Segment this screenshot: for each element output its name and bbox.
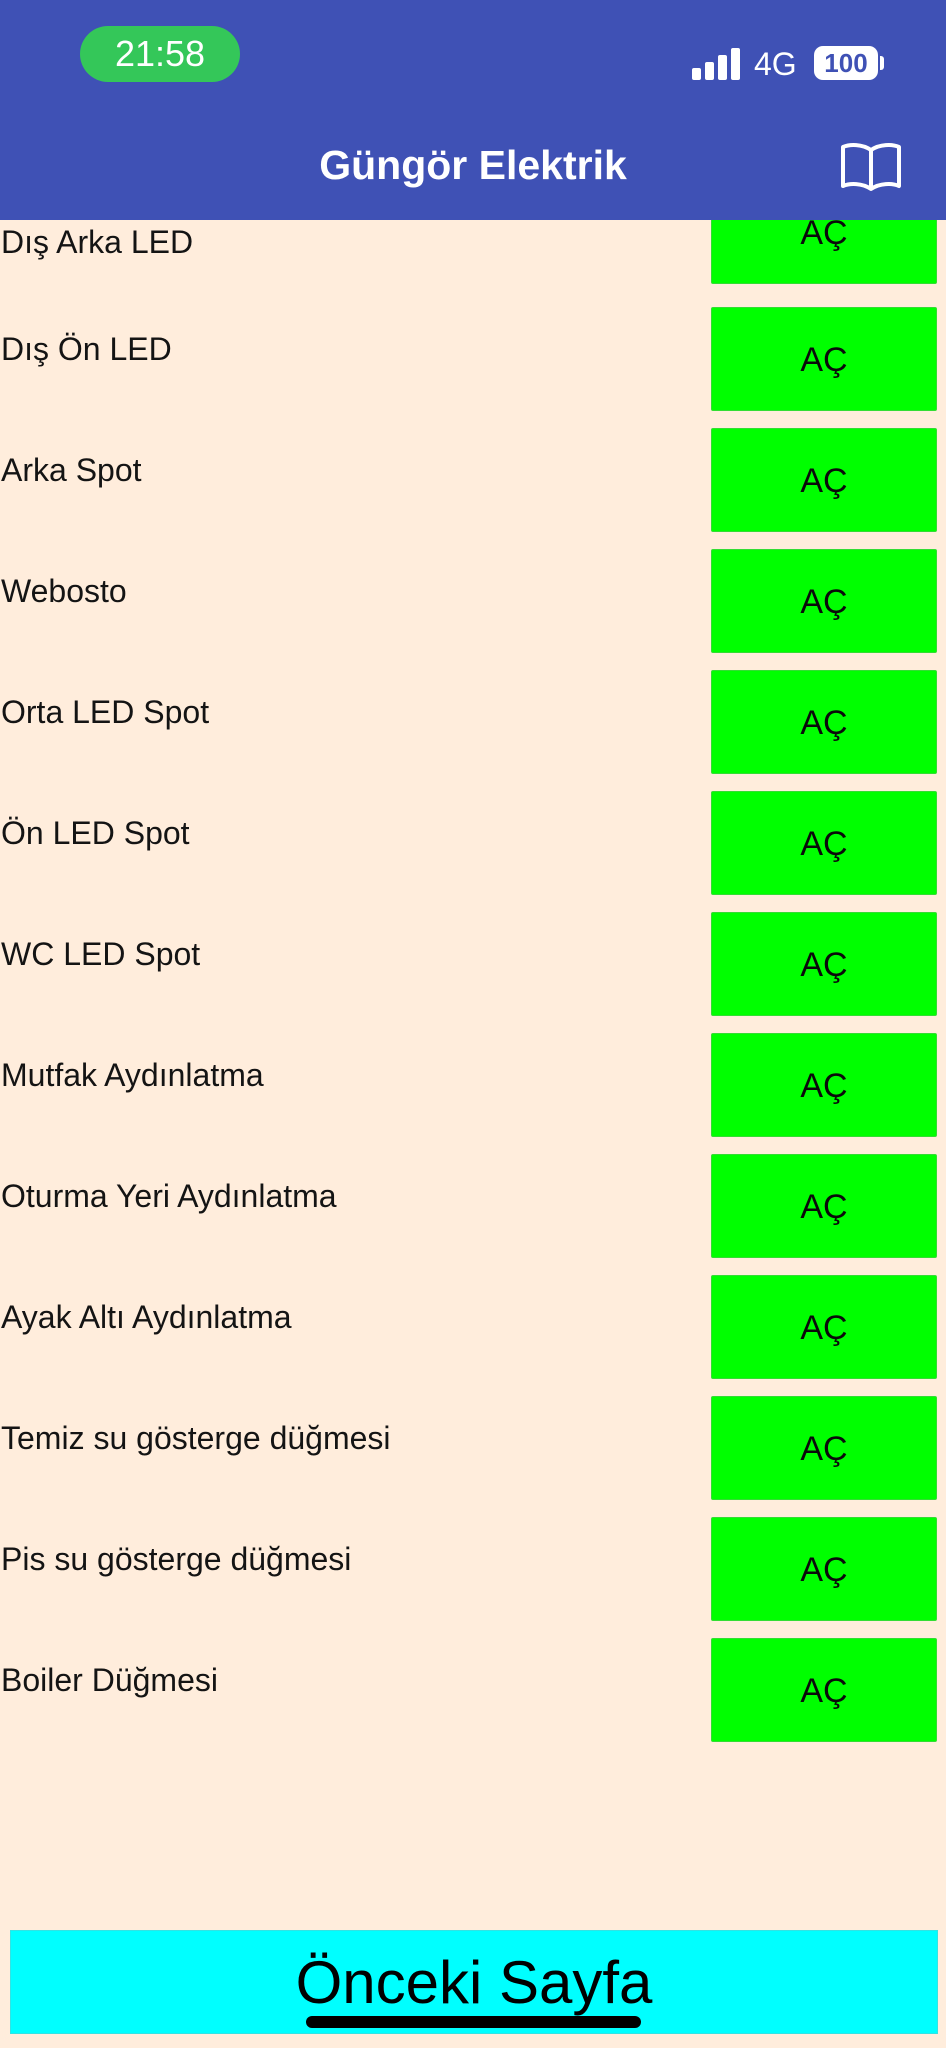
switch-label: Boiler Düğmesi [1,1662,218,1698]
switch-row: Orta LED Spot AÇ [0,670,946,774]
switch-row: Webosto AÇ [0,549,946,653]
switch-label: Ayak Altı Aydınlatma [1,1299,292,1335]
switch-row: Arka Spot AÇ [0,428,946,532]
switch-label: Mutfak Aydınlatma [1,1057,264,1093]
switch-label: Arka Spot [1,452,142,488]
switch-list: Dış Arka LED AÇ Dış Ön LED AÇ Arka Spot … [0,200,946,1760]
switch-label: Dış Ön LED [1,331,172,367]
switch-row: WC LED Spot AÇ [0,912,946,1016]
switch-row: Ayak Altı Aydınlatma AÇ [0,1275,946,1379]
switch-label: WC LED Spot [1,936,201,972]
home-indicator [306,2016,641,2028]
switch-on-button[interactable]: AÇ [711,549,937,653]
switch-label: Webosto [1,573,127,609]
switch-label: Temiz su gösterge düğmesi [1,1420,391,1456]
switch-on-button[interactable]: AÇ [711,670,937,774]
app-bar: 21:58 4G 100 Güngör Elektrik [0,0,946,220]
switch-row: Ön LED Spot AÇ [0,791,946,895]
switch-on-button[interactable]: AÇ [711,1396,937,1500]
switch-label: Oturma Yeri Aydınlatma [1,1178,337,1214]
battery-icon: 100 [814,46,878,80]
app-title: Güngör Elektrik [319,142,627,188]
switch-row: Mutfak Aydınlatma AÇ [0,1033,946,1137]
switch-label: Ön LED Spot [1,815,190,851]
switch-row: Temiz su gösterge düğmesi AÇ [0,1396,946,1500]
switch-on-button[interactable]: AÇ [711,1154,937,1258]
switch-on-button[interactable]: AÇ [711,307,937,411]
switch-row: Dış Ön LED AÇ [0,307,946,411]
network-type: 4G [754,46,797,82]
switch-on-button[interactable]: AÇ [711,1033,937,1137]
switch-row: Oturma Yeri Aydınlatma AÇ [0,1154,946,1258]
book-open-icon[interactable] [840,142,902,192]
switch-on-button[interactable]: AÇ [711,1517,937,1621]
status-time: 21:58 [80,26,240,82]
switch-on-button[interactable]: AÇ [711,428,937,532]
cellular-signal-icon [692,48,740,80]
switch-label: Pis su gösterge düğmesi [1,1541,352,1577]
switch-on-button[interactable]: AÇ [711,791,937,895]
switch-on-button[interactable]: AÇ [711,912,937,1016]
switch-on-button[interactable]: AÇ [711,1638,937,1742]
battery-tip [880,56,884,70]
switch-row: Pis su gösterge düğmesi AÇ [0,1517,946,1621]
switch-label: Orta LED Spot [1,694,210,730]
switch-label: Dış Arka LED [1,224,194,260]
switch-on-button[interactable]: AÇ [711,1275,937,1379]
switch-row: Boiler Düğmesi AÇ [0,1638,946,1742]
